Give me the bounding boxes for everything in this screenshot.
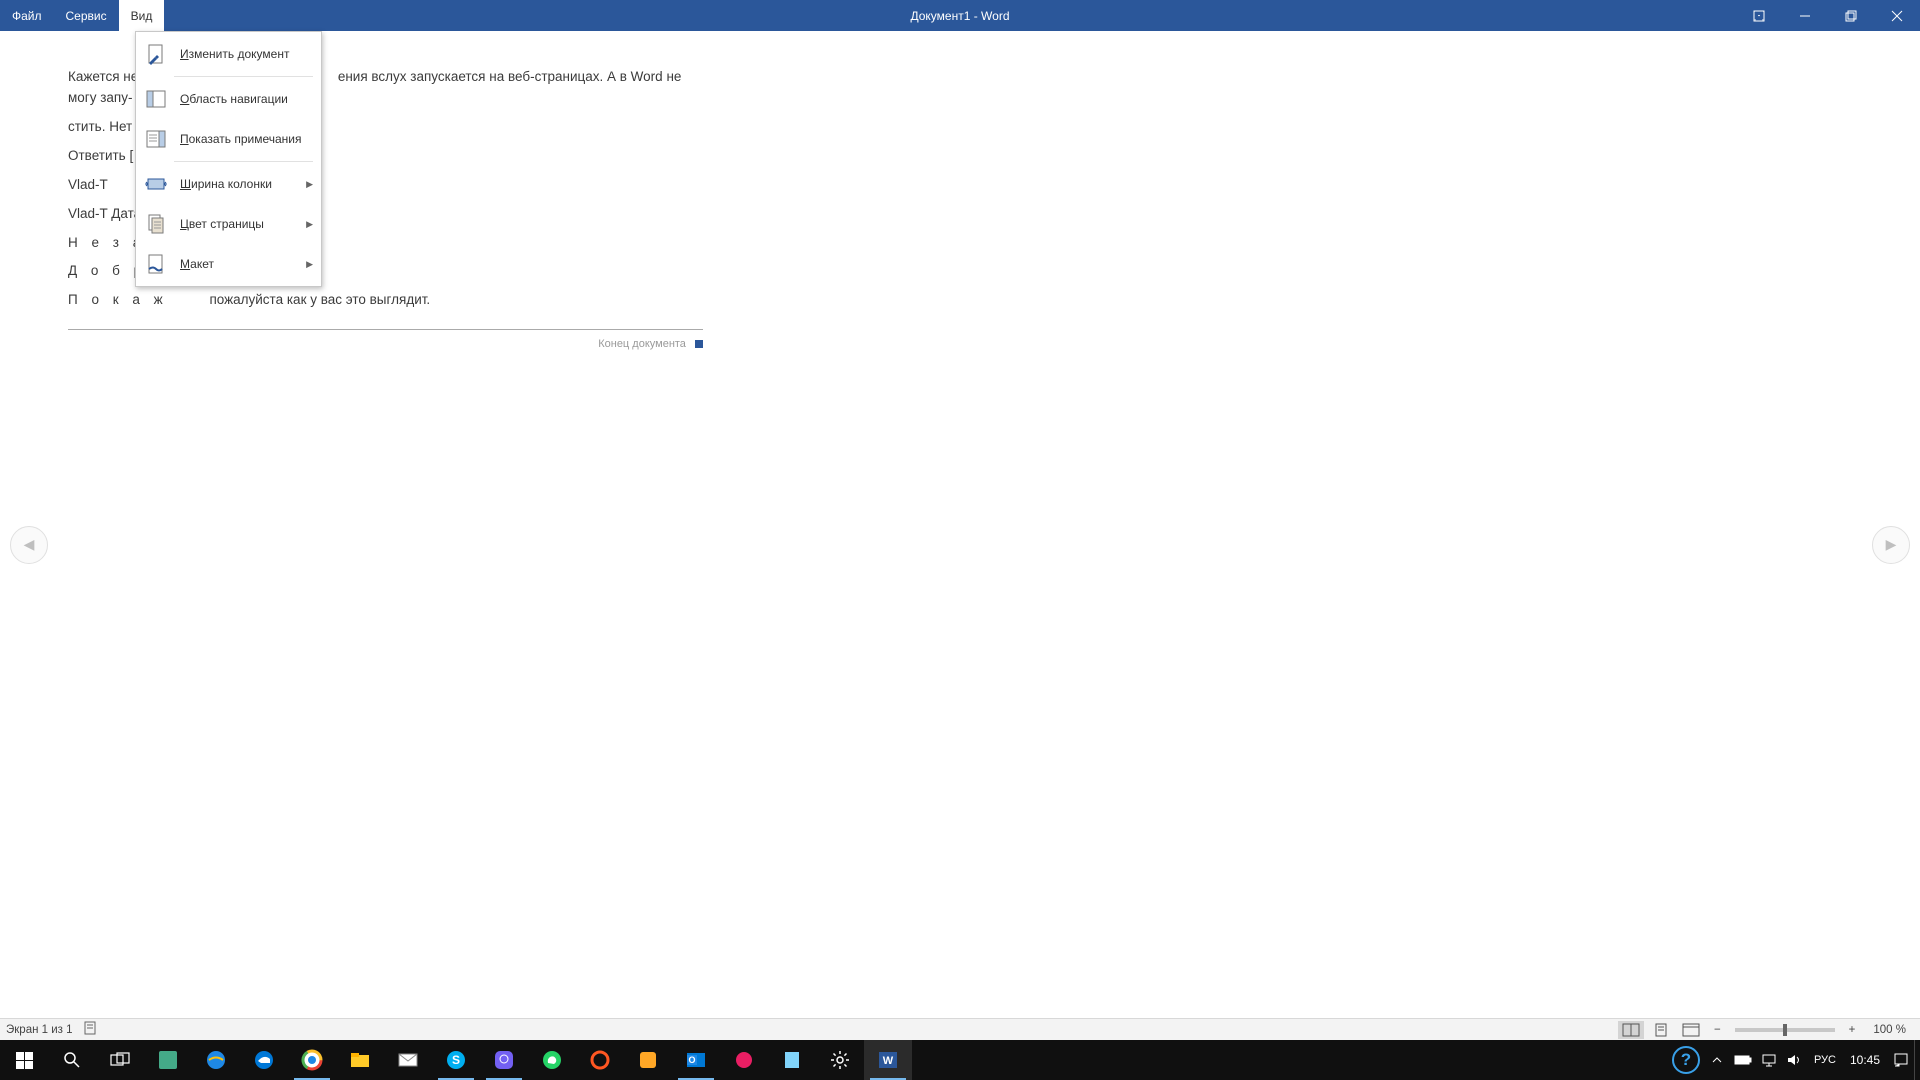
taskbar-app-3[interactable] bbox=[624, 1040, 672, 1080]
dd-label: Показать примечания bbox=[180, 132, 302, 146]
minimize-icon[interactable] bbox=[1782, 0, 1828, 31]
dd-page-color[interactable]: Цвет страницы ▶ bbox=[136, 204, 321, 244]
chevron-left-icon: ◀ bbox=[24, 536, 35, 553]
page-indicator[interactable]: Экран 1 из 1 bbox=[6, 1024, 73, 1036]
taskbar-app-4[interactable] bbox=[720, 1040, 768, 1080]
dd-separator bbox=[174, 161, 313, 162]
menu-tools[interactable]: Сервис bbox=[54, 0, 119, 31]
dd-label: Макет bbox=[180, 257, 214, 271]
dd-edit-document[interactable]: Изменить документ bbox=[136, 34, 321, 74]
close-icon[interactable] bbox=[1874, 0, 1920, 31]
navigation-pane-icon bbox=[142, 85, 170, 113]
dd-separator bbox=[174, 76, 313, 77]
menu-view[interactable]: Вид bbox=[119, 0, 165, 31]
maximize-icon[interactable] bbox=[1828, 0, 1874, 31]
taskbar-ie[interactable] bbox=[192, 1040, 240, 1080]
language-indicator[interactable]: РУС bbox=[1808, 1054, 1842, 1066]
end-square-icon bbox=[695, 340, 703, 348]
chevron-right-icon: ▶ bbox=[1886, 536, 1897, 553]
next-page-button[interactable]: ▶ bbox=[1872, 526, 1910, 564]
window-title: Документ1 - Word bbox=[910, 9, 1009, 23]
svg-text:W: W bbox=[883, 1055, 894, 1067]
doc-text: Кажется не bbox=[68, 69, 138, 84]
view-print-layout[interactable] bbox=[1648, 1021, 1674, 1039]
search-button[interactable] bbox=[48, 1040, 96, 1080]
taskbar-word[interactable]: W bbox=[864, 1040, 912, 1080]
page-icon[interactable] bbox=[83, 1021, 97, 1038]
svg-text:O: O bbox=[688, 1055, 695, 1065]
tray-volume-icon[interactable] bbox=[1782, 1040, 1808, 1080]
zoom-slider[interactable] bbox=[1735, 1028, 1835, 1032]
taskbar-outlook[interactable]: O bbox=[672, 1040, 720, 1080]
view-read-mode[interactable] bbox=[1618, 1021, 1644, 1039]
zoom-in[interactable]: + bbox=[1843, 1024, 1862, 1036]
fullscreen-icon[interactable] bbox=[1736, 0, 1782, 31]
help-button[interactable]: ? bbox=[1672, 1046, 1700, 1074]
dd-column-width[interactable]: Ширина колонки ▶ bbox=[136, 164, 321, 204]
dd-label: Цвет страницы bbox=[180, 217, 264, 231]
view-web-layout[interactable] bbox=[1678, 1021, 1704, 1039]
taskbar-viber[interactable] bbox=[480, 1040, 528, 1080]
chevron-right-icon: ▶ bbox=[306, 259, 313, 270]
doc-text: П о к а ж bbox=[68, 292, 168, 307]
doc-text: пожалуйста как у вас это выглядит. bbox=[209, 292, 430, 307]
show-desktop[interactable] bbox=[1914, 1040, 1920, 1080]
taskbar-notes[interactable] bbox=[768, 1040, 816, 1080]
zoom-level[interactable]: 100 % bbox=[1865, 1024, 1914, 1036]
dd-label: Ширина колонки bbox=[180, 177, 272, 191]
document-end-marker: Конец документа bbox=[68, 336, 703, 353]
show-comments-icon bbox=[142, 125, 170, 153]
dd-label: Область навигации bbox=[180, 92, 288, 106]
doc-end-label: Конец документа bbox=[598, 338, 686, 350]
taskbar-skype[interactable]: S bbox=[432, 1040, 480, 1080]
doc-line: П о к а ж пожалуйста как у вас это выгля… bbox=[68, 290, 703, 311]
svg-text:S: S bbox=[452, 1053, 460, 1067]
view-dropdown: Изменить документ Область навигации Пока… bbox=[135, 31, 322, 287]
taskbar-app-1[interactable] bbox=[144, 1040, 192, 1080]
column-width-icon bbox=[142, 170, 170, 198]
taskbar-edge[interactable] bbox=[240, 1040, 288, 1080]
document-divider bbox=[68, 329, 703, 330]
start-button[interactable] bbox=[0, 1040, 48, 1080]
dd-label: Изменить документ bbox=[180, 47, 289, 61]
dd-navigation-pane[interactable]: Область навигации bbox=[136, 79, 321, 119]
chevron-right-icon: ▶ bbox=[306, 179, 313, 190]
edit-document-icon bbox=[142, 40, 170, 68]
page-color-icon bbox=[142, 210, 170, 238]
dd-show-comments[interactable]: Показать примечания bbox=[136, 119, 321, 159]
clock[interactable]: 10:45 bbox=[1842, 1053, 1888, 1067]
taskbar-whatsapp[interactable] bbox=[528, 1040, 576, 1080]
chevron-right-icon: ▶ bbox=[306, 219, 313, 230]
menubar: Файл Сервис Вид bbox=[0, 0, 164, 31]
taskbar-app-2[interactable] bbox=[576, 1040, 624, 1080]
window-controls bbox=[1736, 0, 1920, 31]
taskbar-explorer[interactable] bbox=[336, 1040, 384, 1080]
layout-icon bbox=[142, 250, 170, 278]
tray-chevron-up-icon[interactable] bbox=[1704, 1040, 1730, 1080]
tray-network-icon[interactable] bbox=[1756, 1040, 1782, 1080]
statusbar: Экран 1 из 1 − + 100 % bbox=[0, 1018, 1920, 1040]
task-view-button[interactable] bbox=[96, 1040, 144, 1080]
dd-layout[interactable]: Макет ▶ bbox=[136, 244, 321, 284]
zoom-out[interactable]: − bbox=[1708, 1024, 1727, 1036]
menu-file[interactable]: Файл bbox=[0, 0, 54, 31]
taskbar-mail[interactable] bbox=[384, 1040, 432, 1080]
taskbar-settings[interactable] bbox=[816, 1040, 864, 1080]
titlebar: Файл Сервис Вид Документ1 - Word bbox=[0, 0, 1920, 31]
taskbar-chrome[interactable] bbox=[288, 1040, 336, 1080]
taskbar: S O W ? РУС 10:45 bbox=[0, 1040, 1920, 1080]
action-center-icon[interactable] bbox=[1888, 1040, 1914, 1080]
prev-page-button[interactable]: ◀ bbox=[10, 526, 48, 564]
tray-battery-icon[interactable] bbox=[1730, 1040, 1756, 1080]
